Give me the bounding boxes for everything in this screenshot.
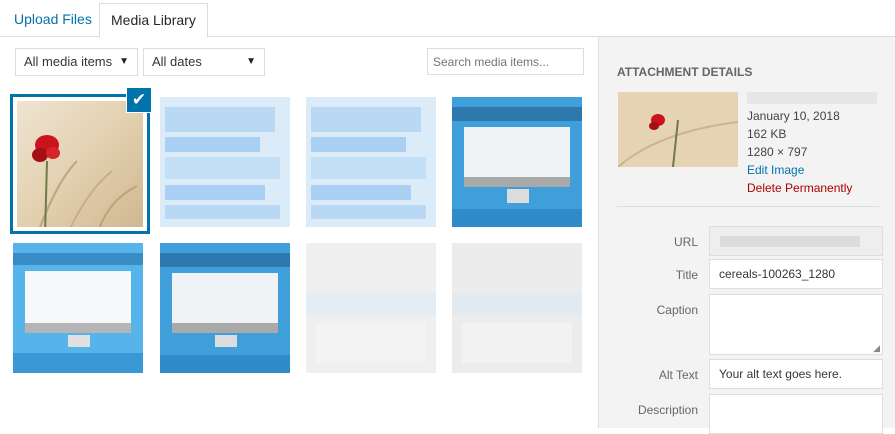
date-filter-value: All dates (152, 54, 202, 69)
attachment-thumbnail (618, 92, 738, 167)
monitor-thumb-base (13, 353, 143, 373)
monitor-thumb-bezel (172, 323, 278, 333)
monitor-thumb-stand (507, 189, 529, 203)
blank-thumb-band (452, 293, 582, 315)
media-item-document[interactable] (160, 97, 290, 227)
blank-thumb-band (306, 293, 436, 315)
doc-thumb-block (165, 185, 265, 200)
delete-permanently-link[interactable]: Delete Permanently (747, 181, 852, 195)
tab-upload-files[interactable]: Upload Files (3, 3, 103, 37)
monitor-thumb-screen (25, 271, 131, 327)
doc-thumb-block (311, 185, 411, 200)
doc-thumb-block (311, 137, 406, 152)
monitor-thumb-screen (172, 273, 278, 327)
monitor-thumb-bar (160, 253, 290, 267)
title-label: Title (675, 268, 698, 282)
media-item-blank[interactable] (306, 243, 436, 373)
dropdown-arrow-icon: ▼ (246, 56, 256, 67)
alt-text-label: Alt Text (658, 368, 698, 382)
date-filter[interactable]: All dates ▼ (143, 48, 265, 76)
monitor-thumb-base (160, 355, 290, 373)
media-toolbar: All media items ▼ All dates ▼ (0, 37, 598, 87)
monitor-thumb-stand (215, 335, 237, 347)
filename-redacted (747, 92, 877, 104)
doc-thumb-block (311, 107, 421, 132)
description-field[interactable] (709, 394, 883, 434)
image-dimensions: 1280 × 797 (747, 145, 808, 159)
attachment-details-heading: ATTACHMENT DETAILS (617, 65, 753, 79)
url-label: URL (673, 235, 698, 249)
doc-thumb-block (165, 205, 280, 219)
details-divider (617, 206, 879, 207)
title-field[interactable]: cereals-100263_1280 (709, 259, 883, 289)
tab-media-library[interactable]: Media Library (99, 3, 208, 38)
search-input[interactable] (427, 48, 584, 75)
description-label: Description (637, 403, 698, 417)
monitor-thumb-stand (68, 335, 90, 347)
resize-handle-icon[interactable]: ◢ (873, 344, 880, 353)
media-type-filter-value: All media items (24, 54, 113, 69)
doc-thumb-block (311, 205, 426, 219)
doc-thumb-block (165, 157, 280, 179)
caption-label: Caption (656, 303, 698, 317)
doc-thumb-block (165, 107, 275, 132)
blank-thumb-band (316, 323, 426, 363)
poppy-photo (17, 101, 143, 227)
media-tabs: Upload Files Media Library (0, 0, 895, 38)
monitor-thumb-bezel (25, 323, 131, 333)
dropdown-arrow-icon: ▼ (119, 56, 129, 67)
media-item-document[interactable] (306, 97, 436, 227)
edit-image-link[interactable]: Edit Image (747, 163, 804, 177)
media-item-monitor[interactable] (160, 243, 290, 373)
alt-text-field[interactable]: Your alt text goes here. (709, 359, 883, 389)
media-item-monitor[interactable] (452, 97, 582, 227)
checkmark-icon[interactable]: ✔ (126, 87, 152, 113)
media-item-photo[interactable] (10, 94, 150, 234)
monitor-thumb-bar (13, 253, 143, 265)
upload-date: January 10, 2018 (747, 109, 840, 123)
url-redacted (720, 236, 860, 247)
blank-thumb-band (462, 323, 572, 363)
file-size: 162 KB (747, 127, 787, 141)
doc-thumb-block (311, 157, 426, 179)
monitor-thumb-bar (452, 107, 582, 121)
caption-field[interactable]: ◢ (709, 294, 883, 355)
media-item-monitor[interactable] (13, 243, 143, 373)
doc-thumb-block (165, 137, 260, 152)
monitor-thumb-base (452, 209, 582, 227)
media-item-blank[interactable] (452, 243, 582, 373)
url-field[interactable] (709, 226, 883, 256)
media-grid: ✔ (0, 87, 598, 428)
monitor-thumb-bezel (464, 177, 570, 187)
attachment-details-panel: ATTACHMENT DETAILS January 10, 2018 162 … (598, 37, 895, 434)
poppy-thumbnail (618, 92, 738, 167)
media-type-filter[interactable]: All media items ▼ (15, 48, 138, 76)
